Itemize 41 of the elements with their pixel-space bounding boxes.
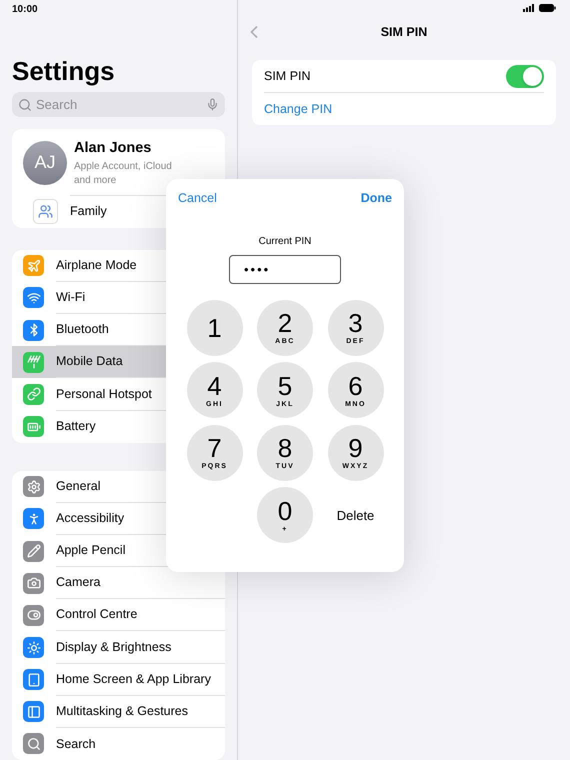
- item-label: Camera: [56, 574, 100, 592]
- item-label: Apple Pencil: [56, 542, 126, 560]
- item-label: Wi-Fi: [56, 289, 86, 306]
- item-label: Mobile Data: [56, 353, 123, 370]
- item-label: Home Screen & App Library: [56, 670, 211, 688]
- battery-icon: [539, 4, 556, 12]
- item-label: Bluetooth: [56, 321, 109, 338]
- item-label: Battery: [56, 418, 96, 436]
- profile-name: Alan Jones: [74, 139, 152, 158]
- settings-item[interactable]: Display & Brightness: [12, 631, 225, 664]
- pin-label: Current PIN: [258, 234, 312, 249]
- item-label: Multitasking & Gestures: [56, 702, 188, 720]
- status-time: 10:00: [12, 3, 38, 17]
- page-title: SIM PIN: [380, 24, 428, 41]
- item-label: Personal Hotspot: [56, 386, 152, 403]
- item-label: General: [56, 478, 100, 495]
- cancel-button[interactable]: Cancel: [178, 189, 217, 208]
- settings-item[interactable]: Home Screen & App Library: [12, 664, 225, 696]
- settings-item[interactable]: Control Centre: [12, 599, 225, 632]
- toggle-switch[interactable]: [506, 64, 544, 88]
- settings-title: Settings: [12, 56, 115, 86]
- setting-label: SIM PIN: [264, 68, 312, 85]
- search-field[interactable]: Search: [12, 92, 225, 117]
- profile-subtitle: Apple Account, iCloud and more: [74, 160, 173, 188]
- settings-item[interactable]: Search: [12, 728, 225, 760]
- item-label: Airplane Mode: [56, 256, 137, 274]
- item-label: Search: [56, 736, 96, 753]
- signal-icon: [523, 4, 535, 12]
- change-pin-link[interactable]: Change PIN: [264, 100, 332, 118]
- family-label[interactable]: Family: [70, 202, 107, 222]
- item-label: Display & Brightness: [56, 638, 172, 656]
- item-label: Control Centre: [56, 606, 138, 624]
- pin-field[interactable]: ••••: [229, 254, 341, 284]
- keypad-key[interactable]: 1: [186, 300, 242, 356]
- settings-item[interactable]: Multitasking & Gestures: [12, 696, 225, 728]
- item-label: Accessibility: [56, 510, 124, 528]
- done-button[interactable]: Done: [360, 189, 392, 208]
- delete-button[interactable]: Delete: [328, 487, 384, 544]
- family-icon: [33, 198, 58, 224]
- microphone-icon: [206, 98, 219, 111]
- search-icon: [18, 98, 32, 112]
